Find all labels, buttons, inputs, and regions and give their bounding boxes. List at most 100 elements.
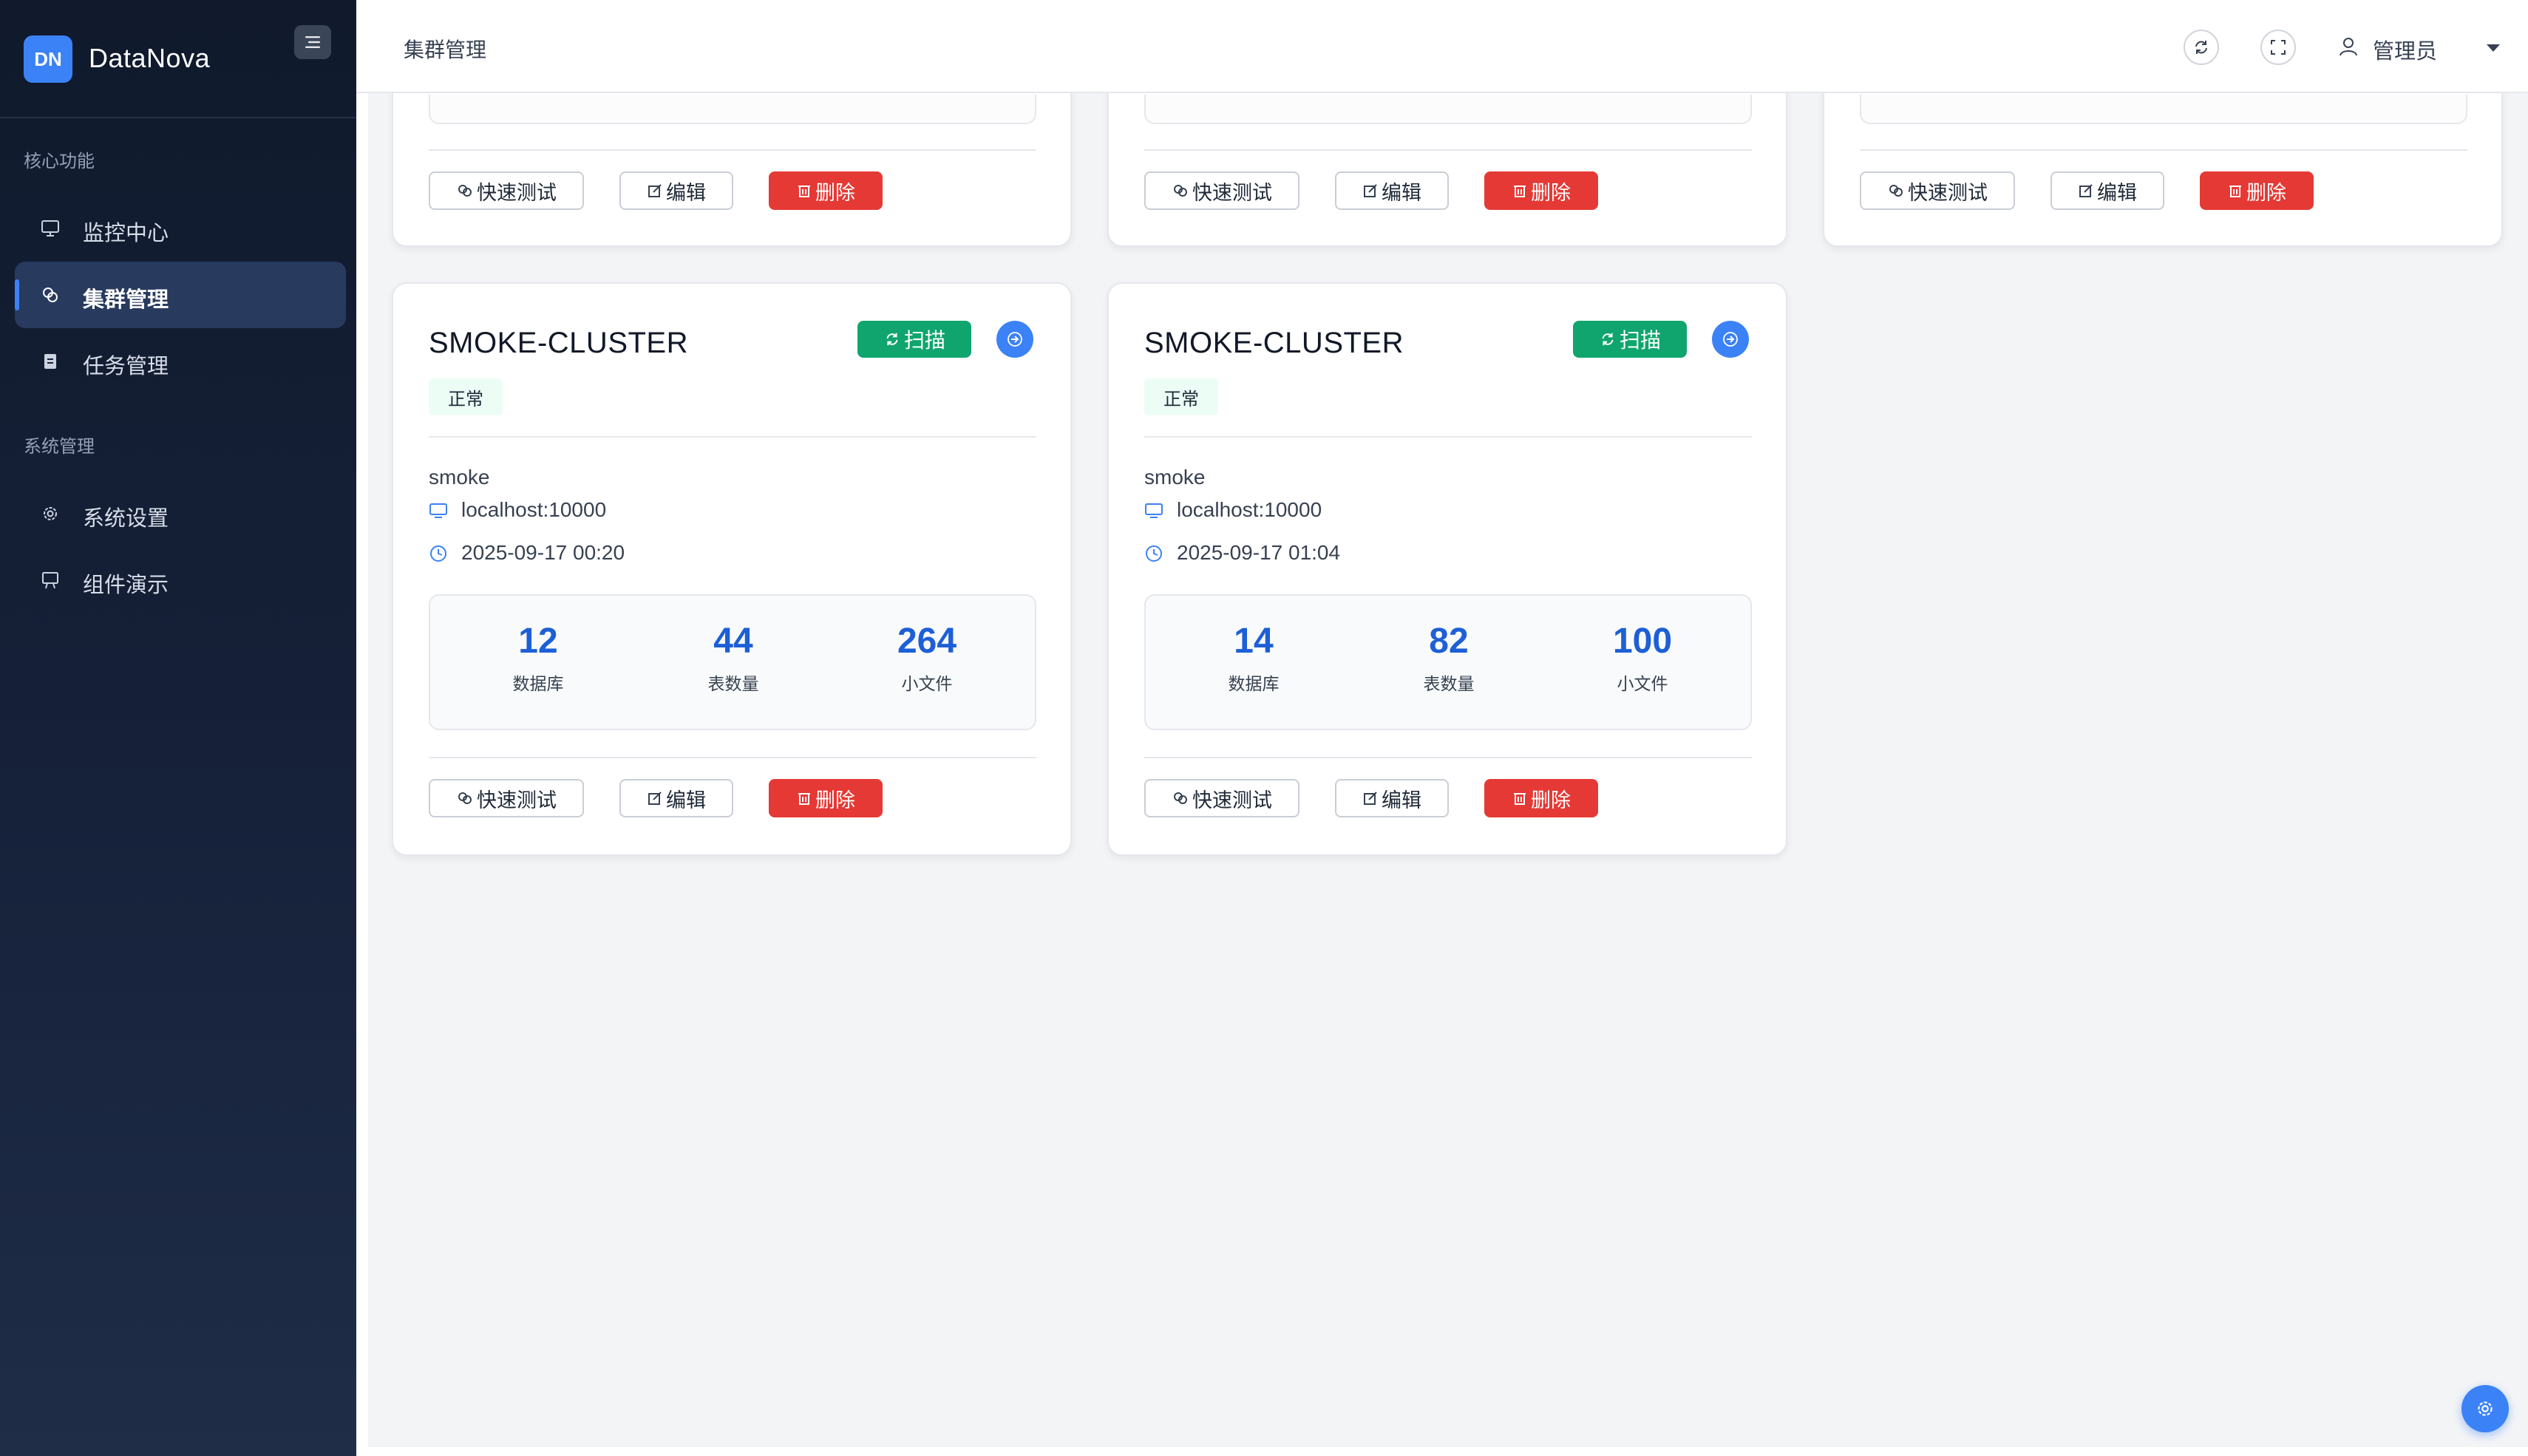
quick-test-button[interactable]: 快速测试 (1144, 171, 1299, 210)
edit-icon (1364, 792, 1377, 805)
quick-test-button[interactable]: 快速测试 (1860, 171, 2015, 210)
quick-test-button[interactable]: 快速测试 (429, 779, 584, 817)
link-icon (1889, 185, 1903, 197)
user-name: 管理员 (2373, 38, 2438, 64)
edit-button[interactable]: 编辑 (619, 171, 733, 210)
trash-icon (1514, 186, 1526, 197)
trash-icon (1514, 793, 1526, 805)
gear-icon (2478, 1401, 2493, 1416)
edit-button[interactable]: 编辑 (2050, 171, 2164, 210)
arrow-right-icon (1008, 332, 1022, 347)
sidebar-item-settings[interactable]: 系统设置 (15, 480, 346, 547)
stat-databases: 12 数据库 (442, 621, 634, 695)
quick-test-label: 快速测试 (477, 789, 557, 812)
card-divider (1144, 149, 1752, 151)
edit-label: 编辑 (1382, 181, 1421, 205)
scan-button[interactable]: 扫描 (1573, 321, 1687, 358)
scan-button[interactable]: 扫描 (857, 321, 971, 358)
gear-icon (44, 507, 57, 520)
stat-value: 82 (1429, 622, 1469, 661)
stats-box: 14 数据库 82 表数量 100 小文件 (1144, 594, 1752, 730)
sidebar-item-label: 组件演示 (83, 572, 169, 597)
horizontal-scrollbar[interactable] (356, 1447, 2528, 1456)
cluster-name: SMOKE-CLUSTER (1144, 327, 1404, 359)
clock-icon (430, 545, 446, 562)
edit-label: 编辑 (1382, 789, 1421, 812)
delete-button[interactable]: 删除 (2200, 171, 2314, 210)
edit-button[interactable]: 编辑 (1335, 779, 1449, 817)
host-text: localhost:10000 (461, 498, 607, 521)
quick-test-label: 快速测试 (477, 181, 557, 205)
sidebar-item-components[interactable]: 组件演示 (15, 547, 346, 613)
link-icon (458, 792, 472, 804)
monitor-icon (429, 503, 447, 518)
trash-icon (798, 793, 810, 805)
refresh-icon (886, 333, 898, 346)
stat-value: 14 (1234, 622, 1274, 661)
time-text: 2025-09-17 00:20 (461, 541, 625, 564)
nav-section-core: 核心功能 (24, 151, 95, 171)
stat-tables: 82 表数量 (1353, 621, 1545, 695)
sidebar-item-cluster[interactable]: 集群管理 (15, 262, 346, 328)
scan-label: 扫描 (903, 328, 945, 353)
stat-value: 264 (897, 622, 957, 661)
delete-button[interactable]: 删除 (1484, 779, 1598, 817)
trash-icon (2229, 186, 2241, 197)
floating-settings-button[interactable] (2461, 1385, 2509, 1432)
link-icon (1174, 185, 1187, 197)
link-icon (458, 185, 472, 197)
stat-label: 数据库 (1228, 675, 1280, 694)
stat-tables: 44 表数量 (637, 621, 829, 695)
open-cluster-button[interactable] (996, 321, 1033, 358)
stat-value: 100 (1612, 622, 1673, 661)
quick-test-label: 快速测试 (1192, 181, 1272, 205)
status-badge: 正常 (1144, 378, 1218, 415)
delete-button[interactable]: 删除 (769, 171, 883, 210)
delete-label: 删除 (1531, 181, 1571, 205)
open-cluster-button[interactable] (1712, 321, 1749, 358)
edit-button[interactable]: 编辑 (619, 779, 733, 817)
main-content: 快速测试 编辑 删除 快速测试 编辑 删除 快速测试 编辑 删除 SMOKE-C… (356, 93, 2528, 1456)
stat-label: 小文件 (901, 675, 953, 694)
brand-header: DN DataNova (0, 0, 356, 118)
cluster-card-partial: 快速测试 编辑 删除 (1107, 93, 1787, 247)
cluster-card: SMOKE-CLUSTER 扫描 正常 smoke localhost:1000… (1107, 282, 1787, 856)
chevron-down-icon (2487, 44, 2500, 52)
edit-icon (2079, 184, 2093, 197)
app-logo[interactable]: DN (24, 35, 72, 83)
quick-test-label: 快速测试 (1908, 181, 1988, 205)
edit-button[interactable]: 编辑 (1335, 171, 1449, 210)
scan-label: 扫描 (1619, 328, 1661, 353)
stats-box (429, 95, 1036, 124)
sidebar-item-tasks[interactable]: 任务管理 (15, 328, 346, 395)
host-text: localhost:10000 (1177, 498, 1322, 521)
delete-label: 删除 (2246, 181, 2286, 205)
card-divider (429, 149, 1036, 151)
edit-label: 编辑 (2097, 181, 2137, 205)
refresh-button[interactable] (2184, 30, 2219, 65)
fullscreen-icon (2271, 40, 2286, 55)
fullscreen-button[interactable] (2260, 30, 2296, 65)
stats-box (1144, 95, 1752, 124)
sidebar-item-monitor[interactable]: 监控中心 (15, 195, 346, 262)
app-name: DataNova (89, 43, 211, 73)
card-divider (1860, 149, 2467, 151)
delete-button[interactable]: 删除 (1484, 171, 1598, 210)
page-title: 集群管理 (404, 38, 487, 62)
quick-test-button[interactable]: 快速测试 (429, 171, 584, 210)
time-text: 2025-09-17 01:04 (1177, 541, 1341, 564)
card-divider (429, 436, 1036, 438)
stat-small-files: 100 小文件 (1546, 621, 1739, 695)
trash-icon (798, 186, 810, 197)
stat-value: 44 (713, 622, 753, 661)
link-icon (1174, 792, 1187, 804)
card-divider (1144, 436, 1752, 438)
clipboard-icon (44, 354, 56, 369)
sidebar-collapse-button[interactable] (294, 25, 331, 59)
delete-button[interactable]: 删除 (769, 779, 883, 817)
monitor-icon (1145, 503, 1163, 518)
stat-label: 表数量 (707, 675, 759, 694)
quick-test-button[interactable]: 快速测试 (1144, 779, 1299, 817)
sidebar: DN DataNova 核心功能 监控中心 集群管理 任务管理 系统管理 系统设… (0, 0, 356, 1456)
sidebar-item-label: 任务管理 (83, 353, 169, 378)
